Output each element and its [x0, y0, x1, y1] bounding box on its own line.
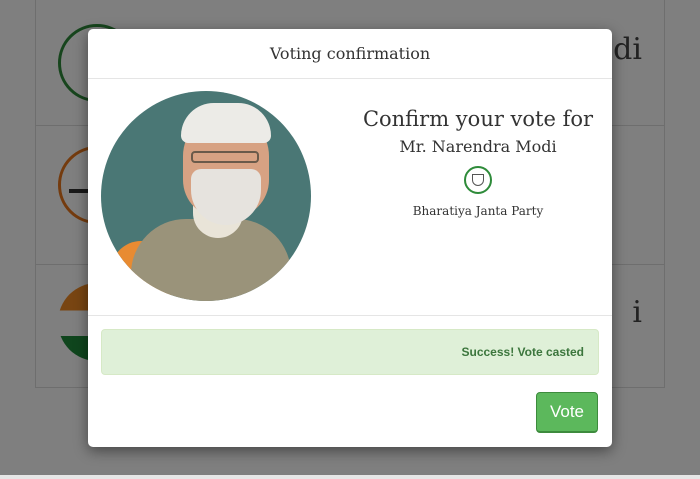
- vote-button[interactable]: Vote: [536, 392, 598, 433]
- lotus-party-symbol-icon: [464, 166, 492, 194]
- lotus-icon: [472, 174, 484, 186]
- modal-divider: [88, 315, 612, 316]
- candidate-name: Mr. Narendra Modi: [399, 137, 557, 156]
- modal-header: Voting confirmation: [88, 29, 612, 79]
- success-alert-text: Success! Vote casted: [461, 345, 584, 359]
- party-name: Bharatiya Janta Party: [412, 204, 544, 218]
- photo-glasses: [191, 151, 259, 163]
- page-bottom-strip: [0, 475, 700, 479]
- success-alert: Success! Vote casted: [101, 329, 599, 375]
- confirmation-details: Confirm your vote for Mr. Narendra Modi …: [348, 107, 608, 218]
- confirm-heading: Confirm your vote for: [362, 107, 594, 131]
- photo-hair: [181, 103, 271, 143]
- candidate-photo: [101, 91, 311, 301]
- vote-confirmation-modal: Voting confirmation Confirm your vote fo…: [88, 29, 612, 447]
- modal-title: Voting confirmation: [269, 44, 431, 63]
